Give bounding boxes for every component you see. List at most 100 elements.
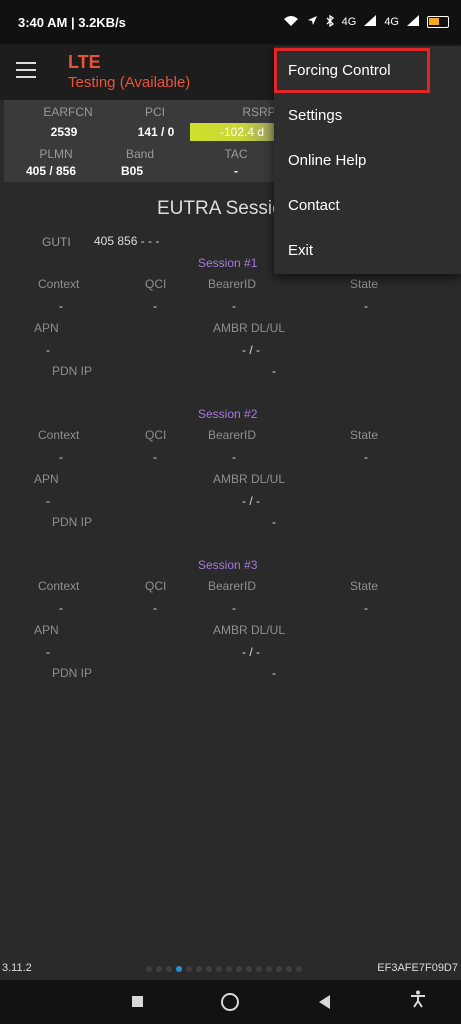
qci-value: -: [153, 601, 157, 615]
state-label: State: [350, 579, 379, 593]
menu-item-settings[interactable]: Settings: [274, 93, 461, 138]
page-indicator: [146, 966, 302, 972]
context-label: Context: [38, 277, 80, 291]
qci-value: -: [153, 299, 157, 313]
ambr-value: - / -: [242, 494, 260, 508]
page-dot[interactable]: [146, 966, 152, 972]
app-title: LTE: [68, 52, 101, 72]
session-title: Session #2: [198, 407, 258, 421]
pci-label: PCI: [144, 105, 165, 119]
bearer-id-value: -: [232, 299, 236, 313]
context-value: -: [59, 601, 63, 615]
page-dot[interactable]: [296, 966, 302, 972]
app-version: 3.11.2: [2, 962, 32, 974]
page-dot[interactable]: [276, 966, 282, 972]
ambr-label: AMBR DL/UL: [213, 321, 286, 335]
page-dot[interactable]: [256, 966, 262, 972]
context-label: Context: [38, 428, 80, 442]
plmn-value: 405 / 856: [25, 164, 77, 178]
bearer-id-label: BearerID: [208, 277, 257, 291]
band-label: Band: [125, 147, 155, 161]
accessibility-icon[interactable]: [410, 990, 430, 1010]
page-dot[interactable]: [186, 966, 192, 972]
session-title: Session #3: [198, 558, 258, 572]
battery-icon: [427, 16, 449, 28]
bearer-id-value: -: [232, 601, 236, 615]
guti-label: GUTI: [42, 235, 71, 249]
state-label: State: [350, 428, 379, 442]
pdn-ip-label: PDN IP: [52, 515, 93, 529]
plmn-label: PLMN: [39, 147, 73, 161]
section-title: EUTRA Sessio: [157, 198, 283, 219]
menu-item-exit[interactable]: Exit: [274, 228, 461, 273]
page-dot[interactable]: [196, 966, 202, 972]
page-dot[interactable]: [226, 966, 232, 972]
system-nav-bar: [0, 980, 461, 1024]
page-dot[interactable]: [246, 966, 252, 972]
pdn-ip-label: PDN IP: [52, 666, 93, 680]
context-value: -: [59, 299, 63, 313]
apn-label: APN: [34, 472, 59, 486]
band-value: B05: [120, 164, 143, 178]
apn-label: APN: [34, 623, 59, 637]
guti-value: 405 856 - - -: [94, 234, 160, 248]
signal-4g-label: 4G: [341, 16, 357, 28]
page-dot[interactable]: [166, 966, 172, 972]
apn-label: APN: [34, 321, 59, 335]
session-block: Session #3 Context QCI BearerID State - …: [0, 558, 461, 688]
qci-label: QCI: [145, 277, 167, 291]
session-title: Session #1: [198, 256, 258, 270]
home-circle-icon[interactable]: [220, 992, 240, 1012]
bearer-id-label: BearerID: [208, 428, 257, 442]
page-dot[interactable]: [206, 966, 212, 972]
pdn-ip-value: -: [272, 666, 276, 680]
signal-4g-label-2: 4G: [384, 16, 399, 28]
state-label: State: [350, 277, 379, 291]
apn-value: -: [46, 645, 50, 659]
apn-value: -: [46, 494, 50, 508]
status-time: 3:40 AM | 3.2KB/s: [18, 14, 126, 30]
context-label: Context: [38, 579, 80, 593]
bearer-id-label: BearerID: [208, 579, 257, 593]
page-dot[interactable]: [266, 966, 272, 972]
recents-square-icon[interactable]: [128, 992, 148, 1012]
overflow-menu: Forcing Control Settings Online Help Con…: [274, 46, 461, 274]
menu-item-online-help[interactable]: Online Help: [274, 138, 461, 183]
location-icon: [307, 15, 318, 29]
earfcn-value: 2539: [50, 125, 78, 139]
pdn-ip-value: -: [272, 364, 276, 378]
menu-item-contact[interactable]: Contact: [274, 183, 461, 228]
ambr-value: - / -: [242, 645, 260, 659]
footer: 3.11.2 EF3AFE7F09D7: [0, 958, 461, 980]
page-dot[interactable]: [216, 966, 222, 972]
page-dot[interactable]: [286, 966, 292, 972]
apn-value: -: [46, 343, 50, 357]
state-value: -: [364, 450, 368, 464]
page-dot-active[interactable]: [176, 966, 182, 972]
menu-item-forcing-control[interactable]: Forcing Control: [274, 48, 430, 93]
info-grid: EARFCN 2539 PCI 141 / 0 RSRP -102.4 d PL…: [4, 100, 284, 182]
status-icons: 4G 4G: [283, 14, 449, 30]
pdn-ip-value: -: [272, 515, 276, 529]
device-id: EF3AFE7F09D7: [377, 962, 458, 974]
pdn-ip-label: PDN IP: [52, 364, 93, 378]
page-dot[interactable]: [236, 966, 242, 972]
session-block: Session #1 Context QCI BearerID State - …: [0, 256, 461, 386]
bluetooth-icon: [326, 14, 334, 30]
rsrp-value: -102.4 d: [190, 123, 284, 141]
app-subtitle: Testing (Available): [68, 74, 191, 91]
ambr-label: AMBR DL/UL: [213, 623, 286, 637]
back-triangle-icon[interactable]: [316, 992, 336, 1012]
state-value: -: [364, 601, 368, 615]
qci-value: -: [153, 450, 157, 464]
signal-icon: [364, 15, 377, 29]
status-bar: 3:40 AM | 3.2KB/s 4G 4G: [0, 0, 461, 44]
signal-icon-2: [407, 15, 419, 29]
page-dot[interactable]: [156, 966, 162, 972]
ambr-value: - / -: [242, 343, 260, 357]
earfcn-label: EARFCN: [43, 105, 93, 119]
wifi-icon: [283, 15, 299, 30]
hamburger-menu-icon[interactable]: [16, 62, 36, 78]
bearer-id-value: -: [232, 450, 236, 464]
pci-value: 141 / 0: [137, 125, 175, 139]
